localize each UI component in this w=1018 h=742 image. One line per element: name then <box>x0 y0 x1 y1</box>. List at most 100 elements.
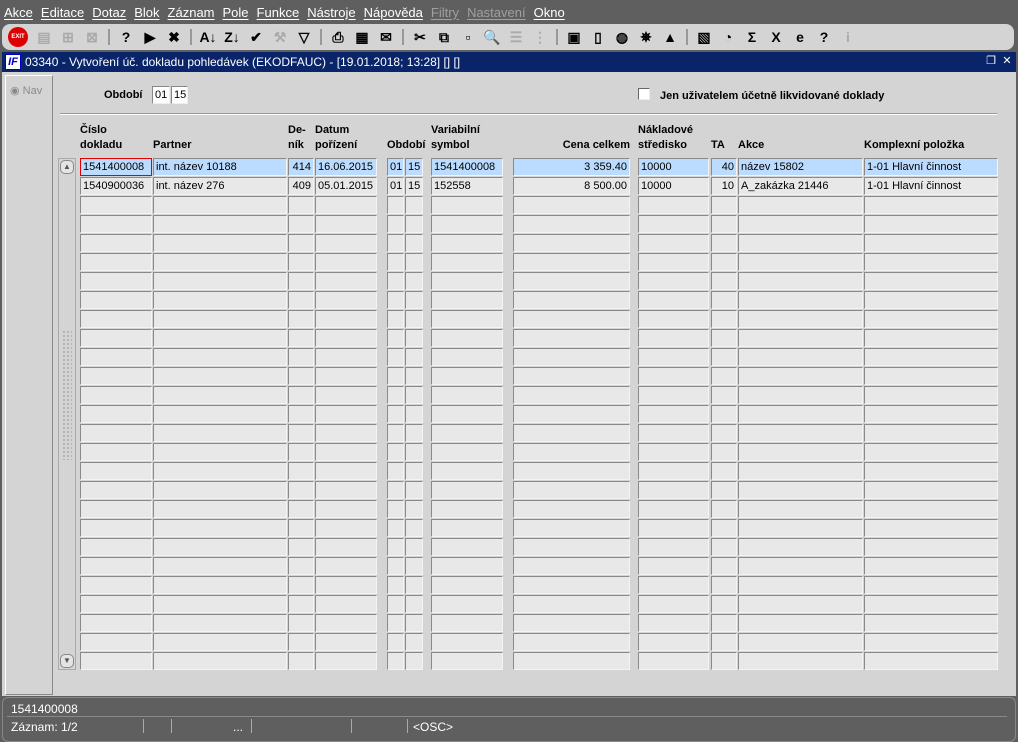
empty-cell[interactable] <box>315 481 377 499</box>
empty-cell[interactable] <box>864 196 998 214</box>
empty-cell[interactable] <box>513 595 630 613</box>
empty-cell[interactable] <box>431 557 503 575</box>
empty-cell[interactable] <box>513 652 630 670</box>
empty-cell[interactable] <box>288 348 314 366</box>
empty-cell[interactable] <box>431 595 503 613</box>
empty-cell[interactable] <box>80 253 152 271</box>
empty-cell[interactable] <box>638 405 709 423</box>
empty-cell[interactable] <box>405 500 423 518</box>
empty-cell[interactable] <box>153 196 287 214</box>
empty-cell[interactable] <box>153 386 287 404</box>
empty-cell[interactable] <box>80 386 152 404</box>
empty-cell[interactable] <box>431 500 503 518</box>
menu-11[interactable]: Okno <box>534 5 565 20</box>
empty-cell[interactable] <box>638 329 709 347</box>
empty-cell[interactable] <box>711 405 737 423</box>
empty-cell[interactable] <box>864 405 998 423</box>
empty-cell[interactable] <box>288 405 314 423</box>
empty-cell[interactable] <box>387 633 404 651</box>
menu-10[interactable]: Nastavení <box>467 5 526 20</box>
empty-cell[interactable] <box>738 329 863 347</box>
empty-cell[interactable] <box>387 234 404 252</box>
empty-cell[interactable] <box>153 405 287 423</box>
empty-cell[interactable] <box>864 386 998 404</box>
empty-cell[interactable] <box>711 196 737 214</box>
empty-cell[interactable] <box>864 595 998 613</box>
empty-cell[interactable] <box>387 443 404 461</box>
empty-cell[interactable] <box>387 519 404 537</box>
empty-cell[interactable] <box>80 348 152 366</box>
empty-cell[interactable] <box>153 519 287 537</box>
empty-cell[interactable] <box>513 614 630 632</box>
empty-cell[interactable] <box>153 500 287 518</box>
empty-cell[interactable] <box>405 557 423 575</box>
empty-cell[interactable] <box>387 253 404 271</box>
empty-cell[interactable] <box>431 253 503 271</box>
table-cell[interactable]: int. název 10188 <box>153 158 287 176</box>
empty-cell[interactable] <box>638 576 709 594</box>
empty-cell[interactable] <box>738 272 863 290</box>
menu-7[interactable]: Nástroje <box>307 5 355 20</box>
save-icon[interactable]: ▤ <box>34 27 54 47</box>
empty-cell[interactable] <box>315 462 377 480</box>
empty-cell[interactable] <box>80 272 152 290</box>
empty-cell[interactable] <box>711 348 737 366</box>
empty-cell[interactable] <box>864 443 998 461</box>
close-icon[interactable]: ✕ <box>1000 54 1014 68</box>
empty-cell[interactable] <box>80 519 152 537</box>
empty-cell[interactable] <box>405 424 423 442</box>
empty-cell[interactable] <box>513 557 630 575</box>
empty-cell[interactable] <box>738 462 863 480</box>
empty-cell[interactable] <box>288 538 314 556</box>
zoom-icon[interactable]: 🔍 <box>482 27 502 47</box>
menu-0[interactable]: Akce <box>4 5 33 20</box>
print-icon[interactable]: ⎙ <box>328 27 348 47</box>
empty-cell[interactable] <box>153 253 287 271</box>
empty-cell[interactable] <box>315 614 377 632</box>
empty-cell[interactable] <box>153 234 287 252</box>
empty-cell[interactable] <box>387 291 404 309</box>
empty-cell[interactable] <box>638 367 709 385</box>
empty-cell[interactable] <box>80 576 152 594</box>
tree-icon[interactable]: ⋮ <box>530 27 550 47</box>
empty-cell[interactable] <box>387 215 404 233</box>
empty-cell[interactable] <box>513 329 630 347</box>
empty-cell[interactable] <box>513 481 630 499</box>
empty-cell[interactable] <box>738 500 863 518</box>
empty-cell[interactable] <box>864 519 998 537</box>
empty-cell[interactable] <box>738 253 863 271</box>
empty-cell[interactable] <box>153 576 287 594</box>
empty-cell[interactable] <box>153 310 287 328</box>
empty-cell[interactable] <box>153 538 287 556</box>
empty-cell[interactable] <box>405 329 423 347</box>
empty-cell[interactable] <box>638 196 709 214</box>
empty-cell[interactable] <box>431 519 503 537</box>
empty-cell[interactable] <box>513 272 630 290</box>
empty-cell[interactable] <box>638 234 709 252</box>
empty-cell[interactable] <box>315 367 377 385</box>
empty-cell[interactable] <box>405 538 423 556</box>
empty-cell[interactable] <box>387 405 404 423</box>
empty-cell[interactable] <box>387 462 404 480</box>
empty-cell[interactable] <box>638 424 709 442</box>
empty-cell[interactable] <box>153 329 287 347</box>
table-cell[interactable]: 01 <box>387 177 404 195</box>
send-mail-icon[interactable]: ✉ <box>376 27 396 47</box>
empty-cell[interactable] <box>513 215 630 233</box>
empty-cell[interactable] <box>711 443 737 461</box>
empty-cell[interactable] <box>711 291 737 309</box>
empty-cell[interactable] <box>288 557 314 575</box>
empty-cell[interactable] <box>738 481 863 499</box>
empty-cell[interactable] <box>288 291 314 309</box>
empty-cell[interactable] <box>513 576 630 594</box>
empty-cell[interactable] <box>315 253 377 271</box>
empty-cell[interactable] <box>638 595 709 613</box>
empty-cell[interactable] <box>288 443 314 461</box>
insert-record-icon[interactable]: ⊞ <box>58 27 78 47</box>
empty-cell[interactable] <box>153 215 287 233</box>
query-enter-icon[interactable]: ? <box>116 27 136 47</box>
empty-cell[interactable] <box>431 633 503 651</box>
empty-cell[interactable] <box>288 576 314 594</box>
empty-cell[interactable] <box>864 557 998 575</box>
empty-cell[interactable] <box>864 234 998 252</box>
